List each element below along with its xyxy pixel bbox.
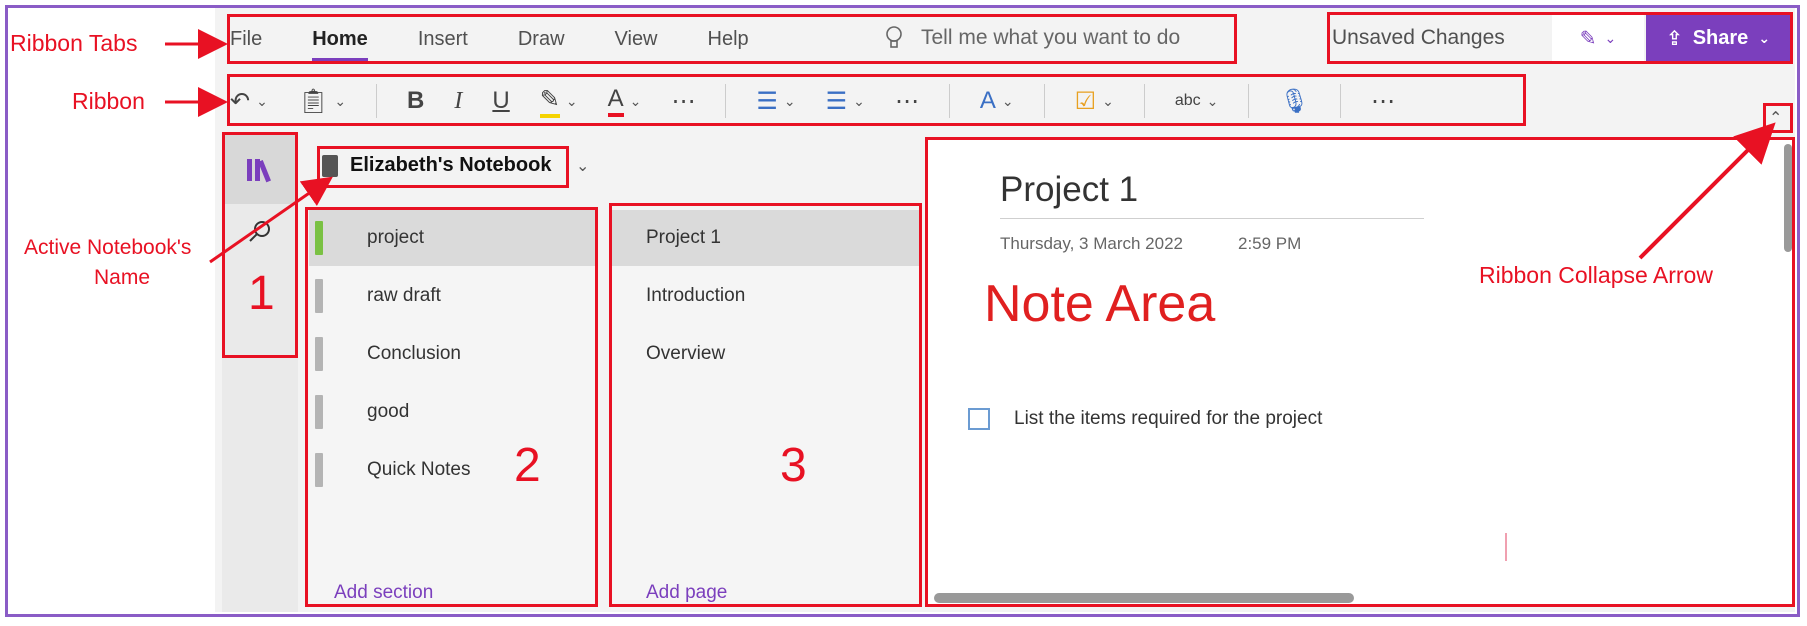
collapse-arrow-annotation: Ribbon Collapse Arrow xyxy=(1479,262,1713,288)
ribbon-annotation: Ribbon xyxy=(72,88,145,114)
collapse-arrow-highlight xyxy=(1763,103,1793,133)
active-notebook-annotation-line2: Name xyxy=(94,266,151,289)
pages-number: 3 xyxy=(780,439,807,492)
active-notebook-annotation: Active Notebook's xyxy=(24,236,192,259)
rail-number: 1 xyxy=(248,267,275,320)
ribbon-tabs-annotation: Ribbon Tabs xyxy=(10,30,138,56)
chevron-down-icon[interactable]: ⌄ xyxy=(576,156,589,176)
page-list-highlight xyxy=(609,203,922,607)
note-area-highlight xyxy=(925,137,1795,607)
section-list-highlight xyxy=(305,207,598,607)
notebook-name-highlight xyxy=(317,146,569,188)
ribbon-tabs-highlight xyxy=(227,14,1237,64)
sections-number: 2 xyxy=(514,439,541,492)
ribbon-highlight xyxy=(227,74,1526,126)
rail-highlight xyxy=(222,132,298,358)
header-right-highlight xyxy=(1327,12,1793,64)
